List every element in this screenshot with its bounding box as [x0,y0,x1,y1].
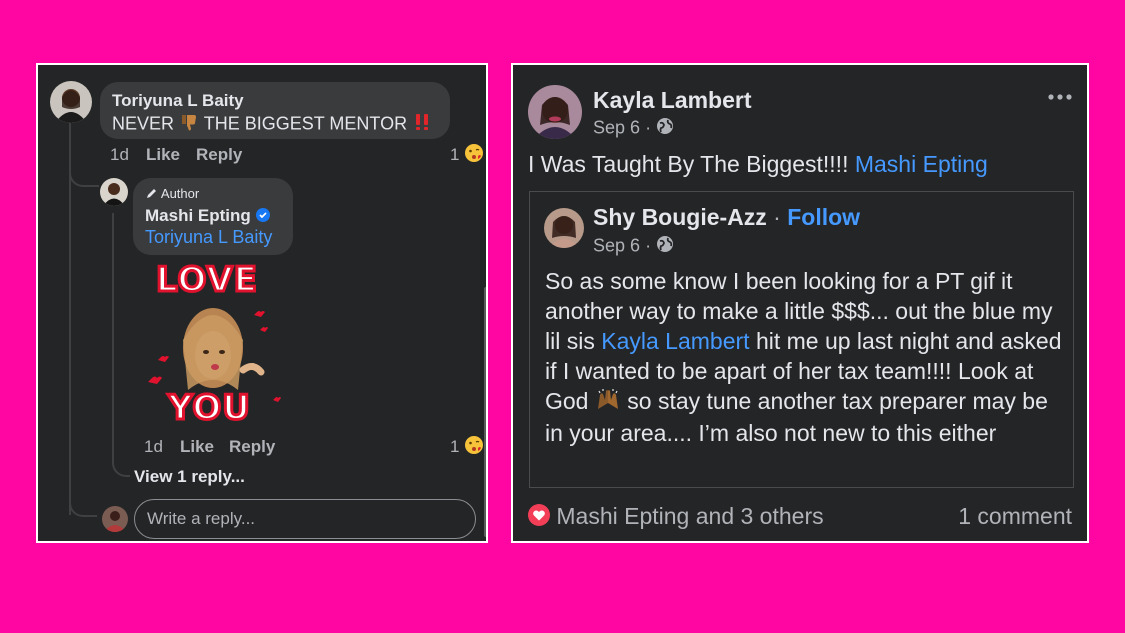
commenter-avatar[interactable] [50,81,92,123]
thread-connector [69,163,99,187]
reply-author-avatar[interactable] [100,178,128,206]
shared-author-avatar[interactable] [544,208,584,248]
thread-connector [69,495,97,517]
comment-time: 1d [110,145,129,164]
reply-thread-connector [112,455,130,477]
heart-reaction-icon [528,503,550,532]
shared-post-card[interactable]: Shy Bougie-Azz · Follow Sep 6 · So as so… [529,191,1074,488]
kissing-face-icon [464,435,484,460]
comment-reply-button[interactable]: Reply [196,145,242,165]
pencil-icon [145,187,158,203]
shared-meta-separator: · [645,235,652,256]
reply-reaction-count: 1 [450,436,460,456]
post-text-body: I Was Taught By The Biggest!!!! [528,151,849,177]
post-date[interactable]: Sep 6 [593,117,640,137]
reply-reply-button[interactable]: Reply [229,437,275,457]
post-meta-separator: · [645,117,652,138]
reply-author-name: Mashi Epting [145,206,251,225]
post-mention-link[interactable]: Mashi Epting [855,151,988,177]
post-author[interactable]: Kayla Lambert [593,87,752,114]
reply-like-button[interactable]: Like [180,437,214,457]
shared-post-text: So as some know I been looking for a PT … [545,266,1065,448]
shared-author-separator: · [773,204,781,230]
globe-icon [656,235,674,258]
post-panel: Kayla Lambert Sep 6 · I Was Taught By Th… [511,63,1089,543]
view-replies-link[interactable]: View 1 reply... [134,467,245,487]
follow-button[interactable]: Follow [787,204,860,230]
raised-hands-icon [595,387,621,418]
comment-like-button[interactable]: Like [146,145,180,165]
comment-reaction-count: 1 [450,144,460,164]
comment-author[interactable]: Toriyuna L Baity [112,91,244,111]
reactions-text: Mashi Epting and 3 others [556,503,824,529]
reply-input[interactable]: Write a reply... [134,499,476,539]
globe-icon [656,117,674,140]
author-badge-label: Author [160,186,200,201]
thumbs-down-icon [179,112,199,137]
reply-reaction[interactable]: 1 [450,435,484,460]
thread-line [69,123,71,515]
more-options-icon[interactable] [1047,89,1073,105]
shared-mention-link[interactable]: Kayla Lambert [601,328,749,354]
post-author-avatar[interactable] [528,85,582,139]
love-you-sticker: LOVE YOU [138,259,288,430]
scrollbar[interactable] [484,287,486,537]
current-user-avatar [102,506,128,532]
reply-thread-line [112,213,114,461]
author-badge: Author [145,186,199,203]
reply-bubble: Author Mashi Epting Toriyuna L Baity [133,178,293,255]
kissing-face-icon [464,143,484,168]
comment-text-end: THE BIGGEST MENTOR [203,113,408,134]
post-text: I Was Taught By The Biggest!!!! Mashi Ep… [528,151,988,178]
shared-author[interactable]: Shy Bougie-Azz [593,204,767,230]
shared-author-line: Shy Bougie-Azz · Follow [593,204,860,231]
reply-time: 1d [144,437,163,456]
reply-author[interactable]: Mashi Epting [145,206,270,227]
post-meta: Sep 6 · [593,117,674,140]
sticker-text-bottom: YOU [167,387,252,430]
comments-count[interactable]: 1 comment [958,503,1072,530]
sticker-text-top: LOVE [155,259,259,302]
comment-text: NEVER THE BIGGEST MENTOR [112,112,432,137]
double-exclamation-icon [412,112,432,137]
comment-thread-panel: Toriyuna L Baity NEVER THE BIGGEST MENTO… [36,63,488,543]
verified-badge-icon [255,207,270,227]
reply-mention-link[interactable]: Toriyuna L Baity [145,227,272,248]
comment-reaction[interactable]: 1 [450,143,484,168]
shared-meta: Sep 6 · [593,235,674,258]
comment-text-start: NEVER [112,113,175,134]
comment-bubble: Toriyuna L Baity NEVER THE BIGGEST MENTO… [100,82,450,139]
shared-date[interactable]: Sep 6 [593,235,640,255]
reactions-summary[interactable]: Mashi Epting and 3 others [528,503,824,532]
